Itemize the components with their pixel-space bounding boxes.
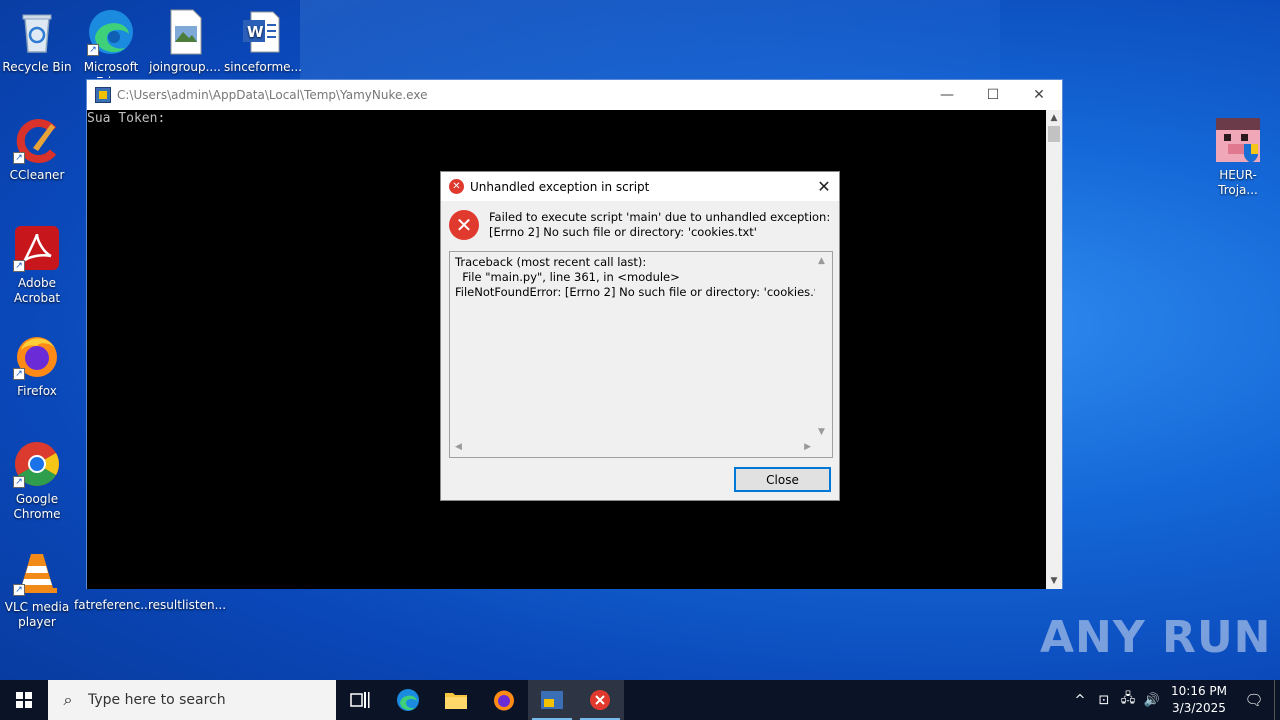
desktop-icon-adobe-acrobat[interactable]: ↗ Adobe Acrobat [0, 224, 74, 306]
desktop-icon-firefox[interactable]: ↗ Firefox [0, 332, 74, 399]
dialog-message-line1: Failed to execute script 'main' due to u… [489, 210, 831, 224]
desktop-icon-label: CCleaner [9, 168, 65, 182]
desktop-icon-label: resultlisten... [148, 598, 227, 612]
close-window-button[interactable]: ✕ [1016, 80, 1062, 110]
dialog-titlebar[interactable]: ✕ Unhandled exception in script ✕ [441, 172, 839, 201]
desktop-icon-label: Recycle Bin [2, 60, 72, 74]
volume-icon[interactable]: 🔊 [1140, 693, 1164, 708]
desktop-icon-label: Adobe Acrobat [13, 276, 61, 305]
edge-icon [397, 689, 419, 711]
desktop-icon-label: VLC media player [4, 600, 70, 629]
vlc-cone-icon: ↗ [13, 548, 61, 596]
shortcut-arrow-icon: ↗ [13, 476, 25, 488]
scroll-thumb[interactable] [1048, 126, 1060, 142]
chrome-icon: ↗ [13, 440, 61, 488]
desktop-icon-label: Google Chrome [13, 492, 61, 521]
task-view-button[interactable] [336, 680, 384, 720]
ccleaner-icon: ↗ [13, 116, 61, 164]
taskbar-file-explorer-button[interactable] [432, 680, 480, 720]
console-scrollbar[interactable]: ▲ ▼ [1046, 110, 1062, 589]
traceback-text: Traceback (most recent call last): File … [455, 255, 833, 299]
dialog-message-line2: [Errno 2] No such file or directory: 'co… [489, 225, 757, 239]
taskbar-error-dialog-button[interactable] [576, 680, 624, 720]
dialog-message-row: ✕ Failed to execute script 'main' due to… [441, 201, 839, 251]
meet-now-icon[interactable]: ⊡ [1092, 693, 1116, 708]
desktop-icon-label: fatreferenc... [74, 598, 152, 612]
maximize-button[interactable]: ☐ [970, 80, 1016, 110]
desktop-icon-label: joingroup.... [149, 60, 221, 74]
desktop-icon-recycle-bin[interactable]: Recycle Bin [0, 8, 74, 75]
scroll-right-arrow-icon[interactable]: ▶ [804, 442, 811, 452]
desktop-icon-edge[interactable]: ↗ Microsoft Edge [74, 8, 148, 78]
task-view-icon [350, 692, 370, 708]
word-document-icon: W [237, 8, 285, 56]
search-icon: ⌕ [63, 690, 73, 709]
close-button[interactable]: Close [734, 467, 831, 492]
error-dialog[interactable]: ✕ Unhandled exception in script ✕ ✕ Fail… [440, 171, 840, 501]
desktop-icon-label: sinceforme... [224, 60, 302, 74]
scroll-up-arrow-icon[interactable]: ▲ [1046, 110, 1062, 126]
firefox-icon: ↗ [13, 332, 61, 380]
error-small-icon: ✕ [449, 179, 464, 194]
shortcut-arrow-icon: ↗ [13, 368, 25, 380]
error-icon [590, 690, 610, 710]
taskbar: ⌕ Type here to search ^ ⊡ 🖧 🔊 10:16 PM 3… [0, 680, 1280, 720]
minimize-button[interactable]: — [924, 80, 970, 110]
desktop-icon-heur-trojan[interactable]: HEUR-Troja... [1200, 116, 1276, 198]
scroll-up-arrow-icon[interactable]: ▲ [818, 256, 825, 266]
pig-shield-icon [1214, 116, 1262, 164]
desktop-icon-ccleaner[interactable]: ↗ CCleaner [0, 116, 74, 183]
scroll-down-arrow-icon[interactable]: ▼ [818, 427, 825, 437]
desktop-icon-vlc[interactable]: ↗ VLC media player [0, 548, 74, 630]
chevron-up-icon[interactable]: ^ [1068, 693, 1092, 708]
shortcut-arrow-icon: ↗ [87, 44, 99, 56]
taskbar-python-console-button[interactable] [528, 680, 576, 720]
shortcut-arrow-icon: ↗ [13, 152, 25, 164]
traceback-textbox[interactable]: Traceback (most recent call last): File … [449, 251, 833, 458]
desktop-icon-resultlisten[interactable]: resultlisten... [148, 598, 227, 613]
shortcut-arrow-icon: ↗ [13, 260, 25, 272]
search-placeholder: Type here to search [88, 692, 226, 708]
show-desktop-button[interactable] [1274, 680, 1280, 720]
shortcut-arrow-icon: ↗ [13, 584, 25, 596]
clock-date: 3/3/2025 [1172, 701, 1226, 715]
dialog-message: Failed to execute script 'main' due to u… [489, 210, 830, 251]
network-icon[interactable]: 🖧 [1116, 689, 1140, 711]
scroll-down-arrow-icon[interactable]: ▼ [1046, 573, 1062, 589]
traceback-vertical-scrollbar[interactable]: ▲ ▼ [815, 252, 832, 441]
desktop-icon-label: Firefox [17, 384, 57, 398]
recycle-bin-icon [13, 8, 61, 56]
python-console-icon [541, 691, 563, 709]
edge-icon: ↗ [87, 8, 135, 56]
desktop-icon-sinceforme[interactable]: W sinceforme... [224, 8, 302, 75]
clock-time: 10:16 PM [1171, 684, 1227, 698]
taskbar-clock[interactable]: 10:16 PM 3/3/2025 [1164, 683, 1234, 717]
dialog-close-icon[interactable]: ✕ [809, 172, 839, 201]
desktop-icon-label: Microsoft Edge [83, 60, 139, 78]
firefox-icon [494, 690, 514, 711]
taskbar-edge-button[interactable] [384, 680, 432, 720]
desktop-icon-chrome[interactable]: ↗ Google Chrome [0, 440, 74, 522]
scroll-left-arrow-icon[interactable]: ◀ [455, 442, 462, 452]
console-titlebar[interactable]: C:\Users\admin\AppData\Local\Temp\YamyNu… [87, 80, 1062, 110]
desktop-icon-label: HEUR-Troja... [1218, 168, 1258, 197]
notification-center-icon[interactable]: 🗨 [1234, 691, 1274, 709]
anyrun-watermark: ANY RUN [1040, 612, 1272, 663]
desktop-icon-fatreferenc[interactable]: fatreferenc... [74, 598, 152, 613]
taskbar-firefox-button[interactable] [480, 680, 528, 720]
traceback-horizontal-scrollbar[interactable]: ◀ ▶ [450, 440, 816, 457]
console-title: C:\Users\admin\AppData\Local\Temp\YamyNu… [117, 88, 428, 102]
folder-icon [445, 693, 467, 709]
error-icon: ✕ [449, 210, 479, 240]
windows-logo-icon [16, 692, 32, 708]
image-file-icon [161, 8, 209, 56]
desktop-icon-joingroup[interactable]: joingroup.... [148, 8, 222, 75]
svg-text:W: W [247, 23, 264, 41]
system-tray: ^ ⊡ 🖧 🔊 10:16 PM 3/3/2025 🗨 [1068, 680, 1280, 720]
dialog-title: Unhandled exception in script [470, 179, 650, 194]
taskbar-search-box[interactable]: ⌕ Type here to search [48, 680, 336, 720]
python-app-icon [95, 87, 111, 103]
start-button[interactable] [0, 680, 48, 720]
adobe-acrobat-icon: ↗ [13, 224, 61, 272]
